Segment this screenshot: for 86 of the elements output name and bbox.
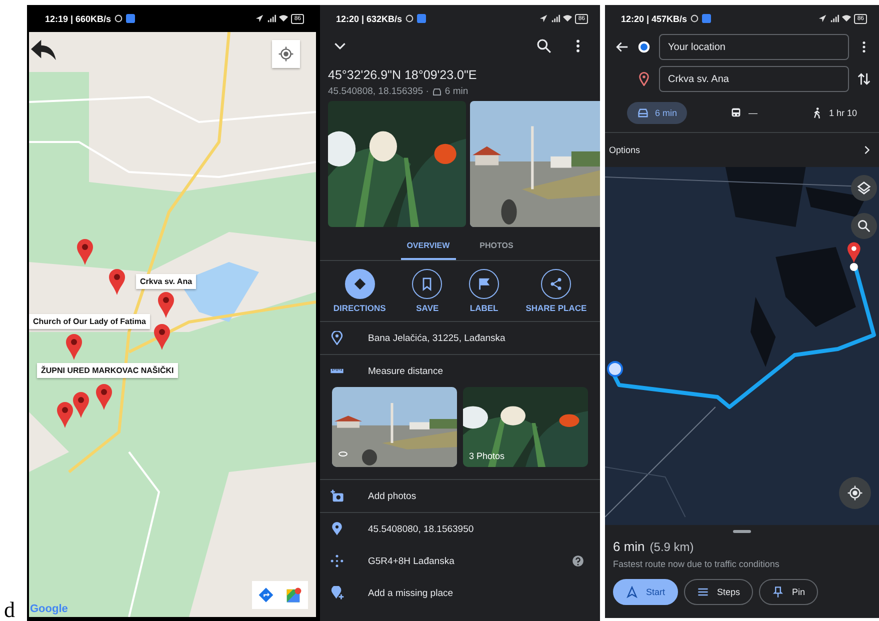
swap-icon[interactable] bbox=[857, 72, 871, 86]
status-time: 12:20 | 632KB/s bbox=[336, 14, 402, 24]
directions-icon bbox=[258, 587, 274, 603]
my-location-button[interactable] bbox=[272, 40, 300, 68]
open-maps-button[interactable] bbox=[280, 581, 308, 609]
car-icon bbox=[637, 107, 649, 119]
origin-field[interactable]: Your location bbox=[659, 34, 849, 60]
detail-row[interactable]: Bana Jelačića, 31225, Lađanska bbox=[320, 322, 600, 355]
help-icon[interactable] bbox=[572, 555, 584, 567]
route-button[interactable]: Start bbox=[613, 579, 678, 605]
directions-icon bbox=[352, 277, 367, 291]
travel-mode-tab[interactable]: — bbox=[720, 102, 768, 124]
photo-count: 3 Photos bbox=[469, 451, 505, 461]
marker-label: ŽUPNI URED MARKOVAC NAŠIČKI bbox=[37, 363, 178, 378]
route-duration: 6 min bbox=[613, 539, 645, 554]
travel-mode-tab[interactable]: 1 hr 10 bbox=[800, 102, 867, 124]
wifi-icon bbox=[563, 14, 572, 23]
route-distance: (5.9 km) bbox=[650, 540, 694, 554]
location-pin-icon bbox=[330, 522, 344, 536]
map-pin-icon[interactable] bbox=[158, 292, 174, 318]
wifi-icon bbox=[842, 14, 852, 23]
app-icon bbox=[702, 14, 712, 23]
destination-pin-icon bbox=[637, 72, 651, 86]
action-button[interactable]: SHARE PLACE bbox=[526, 269, 587, 313]
detail-row[interactable]: 45.5408080, 18.1563950 bbox=[320, 513, 600, 545]
origin-dot-icon bbox=[637, 40, 651, 54]
directions-button[interactable] bbox=[252, 581, 280, 609]
signal-icon bbox=[551, 14, 560, 23]
location-icon bbox=[818, 14, 828, 23]
map-pin-icon[interactable] bbox=[57, 402, 73, 428]
navigation-arrow-icon bbox=[626, 586, 638, 598]
place-coordinates: 45.540808, 18.156395 · bbox=[328, 86, 429, 97]
detail-row[interactable]: Add a missing place bbox=[320, 577, 600, 609]
drive-time: 6 min bbox=[444, 86, 468, 97]
location-pin-icon bbox=[330, 331, 344, 345]
flag-icon bbox=[477, 277, 492, 291]
map-pin-icon[interactable] bbox=[96, 384, 112, 410]
car-icon bbox=[432, 86, 442, 96]
tab[interactable]: OVERVIEW bbox=[400, 237, 456, 260]
locate-icon bbox=[278, 46, 294, 62]
map-pin-icon[interactable] bbox=[66, 334, 82, 360]
route-note: Fastest route now due to traffic conditions bbox=[613, 559, 780, 569]
share-icon bbox=[549, 277, 564, 291]
map-pin-icon[interactable] bbox=[109, 269, 125, 295]
location-icon bbox=[255, 14, 264, 23]
layers-icon bbox=[857, 181, 871, 195]
signal-icon bbox=[830, 14, 840, 23]
map-pin-icon bbox=[286, 587, 302, 603]
train-icon bbox=[730, 107, 742, 119]
search-icon[interactable] bbox=[536, 38, 552, 54]
route-button[interactable]: Steps bbox=[684, 579, 754, 605]
status-time: 12:20 | 457KB/s bbox=[621, 14, 688, 24]
map-pin-icon[interactable] bbox=[73, 392, 89, 418]
google-logo: Google bbox=[30, 603, 68, 615]
map-pin-icon[interactable] bbox=[154, 324, 170, 350]
search-icon bbox=[857, 219, 871, 233]
destination-field[interactable]: Crkva sv. Ana bbox=[659, 66, 849, 92]
marker-label: Crkva sv. Ana bbox=[136, 274, 196, 289]
drag-handle[interactable] bbox=[733, 530, 751, 533]
place-title: 45°32'26.9"N 18°09'23.0"E bbox=[327, 67, 478, 84]
map-pin-icon[interactable] bbox=[77, 239, 93, 265]
options-row[interactable]: Options bbox=[605, 133, 879, 167]
add-location-icon bbox=[330, 586, 344, 600]
tab[interactable]: PHOTOS bbox=[474, 237, 520, 260]
back-arrow-icon[interactable] bbox=[29, 38, 57, 62]
travel-mode-tab[interactable]: 6 min bbox=[627, 102, 688, 124]
pushpin-icon bbox=[772, 586, 784, 598]
location-icon bbox=[539, 14, 548, 23]
back-arrow-icon[interactable] bbox=[615, 40, 629, 54]
plus-code-icon bbox=[330, 554, 344, 568]
action-button[interactable]: DIRECTIONS bbox=[333, 269, 386, 313]
list-icon bbox=[697, 586, 710, 598]
add-photo-icon bbox=[330, 489, 344, 503]
panorama-icon bbox=[338, 449, 348, 459]
wifi-icon bbox=[279, 14, 288, 23]
signal-icon bbox=[267, 14, 276, 23]
app-icon bbox=[126, 14, 136, 23]
detail-row[interactable]: Measure distance bbox=[320, 355, 600, 387]
figure-label: d bbox=[4, 599, 15, 621]
marker-label: Church of Our Lady of Fatima bbox=[29, 314, 150, 329]
detail-row[interactable]: G5R4+8H Lađanska bbox=[320, 545, 600, 577]
app-icon bbox=[417, 14, 426, 23]
detail-row[interactable]: Add photos bbox=[320, 480, 600, 513]
status-time: 12:19 | 660KB/s bbox=[45, 14, 112, 24]
route-button[interactable]: Pin bbox=[759, 579, 818, 605]
locate-icon bbox=[847, 485, 863, 501]
